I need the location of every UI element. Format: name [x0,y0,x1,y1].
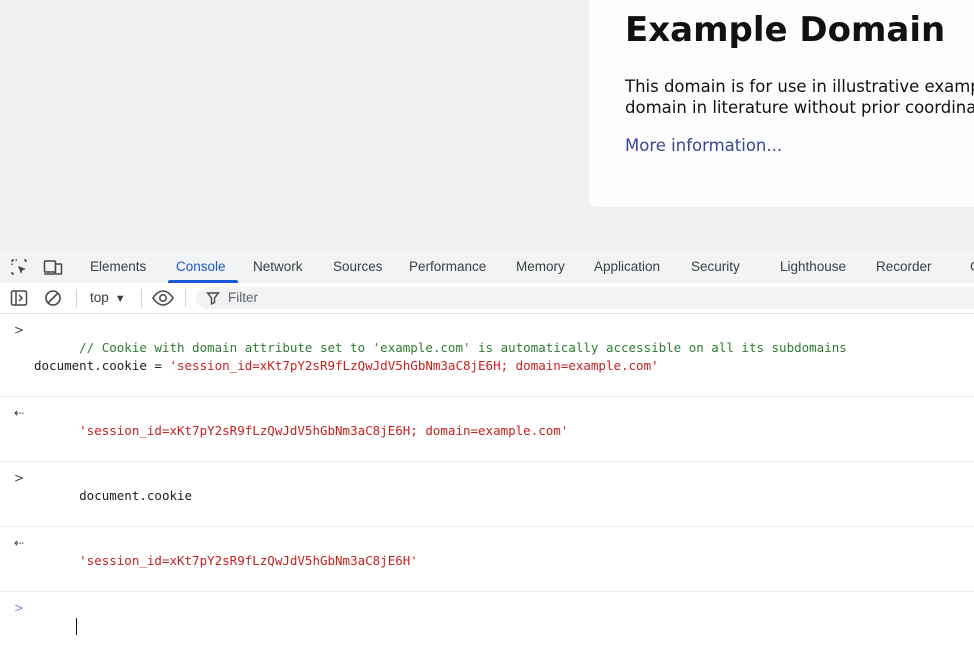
text-cursor [76,618,78,635]
result-string: 'session_id=xKt7pY2sR9fLzQwJdV5hGbNm3aC8… [79,553,418,568]
content-card: Example Domain This domain is for use in… [589,0,974,207]
page-title: Example Domain [625,10,946,50]
live-expression-eye-icon[interactable] [152,287,174,309]
tab-overflow[interactable]: C [970,250,974,283]
tab-memory[interactable]: Memory [516,250,565,283]
context-selector[interactable]: top ▼ [90,283,126,313]
tab-performance[interactable]: Performance [409,250,486,283]
tab-recorder[interactable]: Recorder [876,250,932,283]
more-information-link[interactable]: More information... [625,136,782,155]
devtools-tabbar: Elements Console Network Sources Perform… [0,250,974,284]
context-label: top [90,290,109,305]
toolbar-divider [76,289,77,307]
code-expression: document.cookie = [34,358,170,373]
console-output: > // Cookie with domain attribute set to … [0,314,974,656]
code-string: 'session_id=xKt7pY2sR9fLzQwJdV5hGbNm3aC8… [169,358,659,373]
tab-elements[interactable]: Elements [90,250,146,283]
clear-console-icon[interactable] [42,287,64,309]
page-paragraph: This domain is for use in illustrative e… [625,76,974,118]
device-toolbar-icon[interactable] [42,256,64,278]
toolbar-divider [141,289,142,307]
chevron-down-icon: ▼ [114,293,126,305]
paragraph-line-1: This domain is for use in illustrative e… [625,77,974,96]
tab-security[interactable]: Security [691,250,740,283]
code-expression: document.cookie [79,488,193,503]
result-string: 'session_id=xKt7pY2sR9fLzQwJdV5hGbNm3aC8… [79,423,569,438]
tab-network[interactable]: Network [253,250,303,283]
tab-application[interactable]: Application [594,250,660,283]
result-arrow-icon: ⇠ [14,406,25,420]
code-comment: // Cookie with domain attribute set to '… [79,340,847,355]
sidebar-toggle-icon[interactable] [8,287,30,309]
filter-box[interactable]: Filter [196,287,974,309]
page-viewport: Example Domain This domain is for use in… [0,0,974,250]
tab-sources[interactable]: Sources [333,250,383,283]
input-chevron-icon: > [14,323,25,337]
filter-input[interactable]: Filter [228,287,258,309]
result-arrow-icon: ⇠ [14,536,25,550]
filter-funnel-icon [202,287,224,309]
console-result-entry[interactable]: ⇠ 'session_id=xKt7pY2sR9fLzQwJdV5hGbNm3aC… [0,527,974,592]
tab-lighthouse[interactable]: Lighthouse [780,250,846,283]
prompt-chevron-icon: > [14,601,25,615]
toolbar-divider [185,289,186,307]
console-prompt[interactable]: > [0,592,974,656]
inspect-element-icon[interactable] [8,256,30,278]
devtools-panel: Elements Console Network Sources Perform… [0,250,974,635]
input-chevron-icon: > [14,471,25,485]
console-toolbar: top ▼ Filter [0,283,974,314]
console-input-entry[interactable]: > // Cookie with domain attribute set to … [0,314,974,397]
console-result-entry[interactable]: ⇠ 'session_id=xKt7pY2sR9fLzQwJdV5hGbNm3aC… [0,397,974,462]
tab-console[interactable]: Console [168,250,237,283]
paragraph-line-2: domain in literature without prior coord… [625,98,974,117]
console-input-entry[interactable]: > document.cookie [0,462,974,527]
